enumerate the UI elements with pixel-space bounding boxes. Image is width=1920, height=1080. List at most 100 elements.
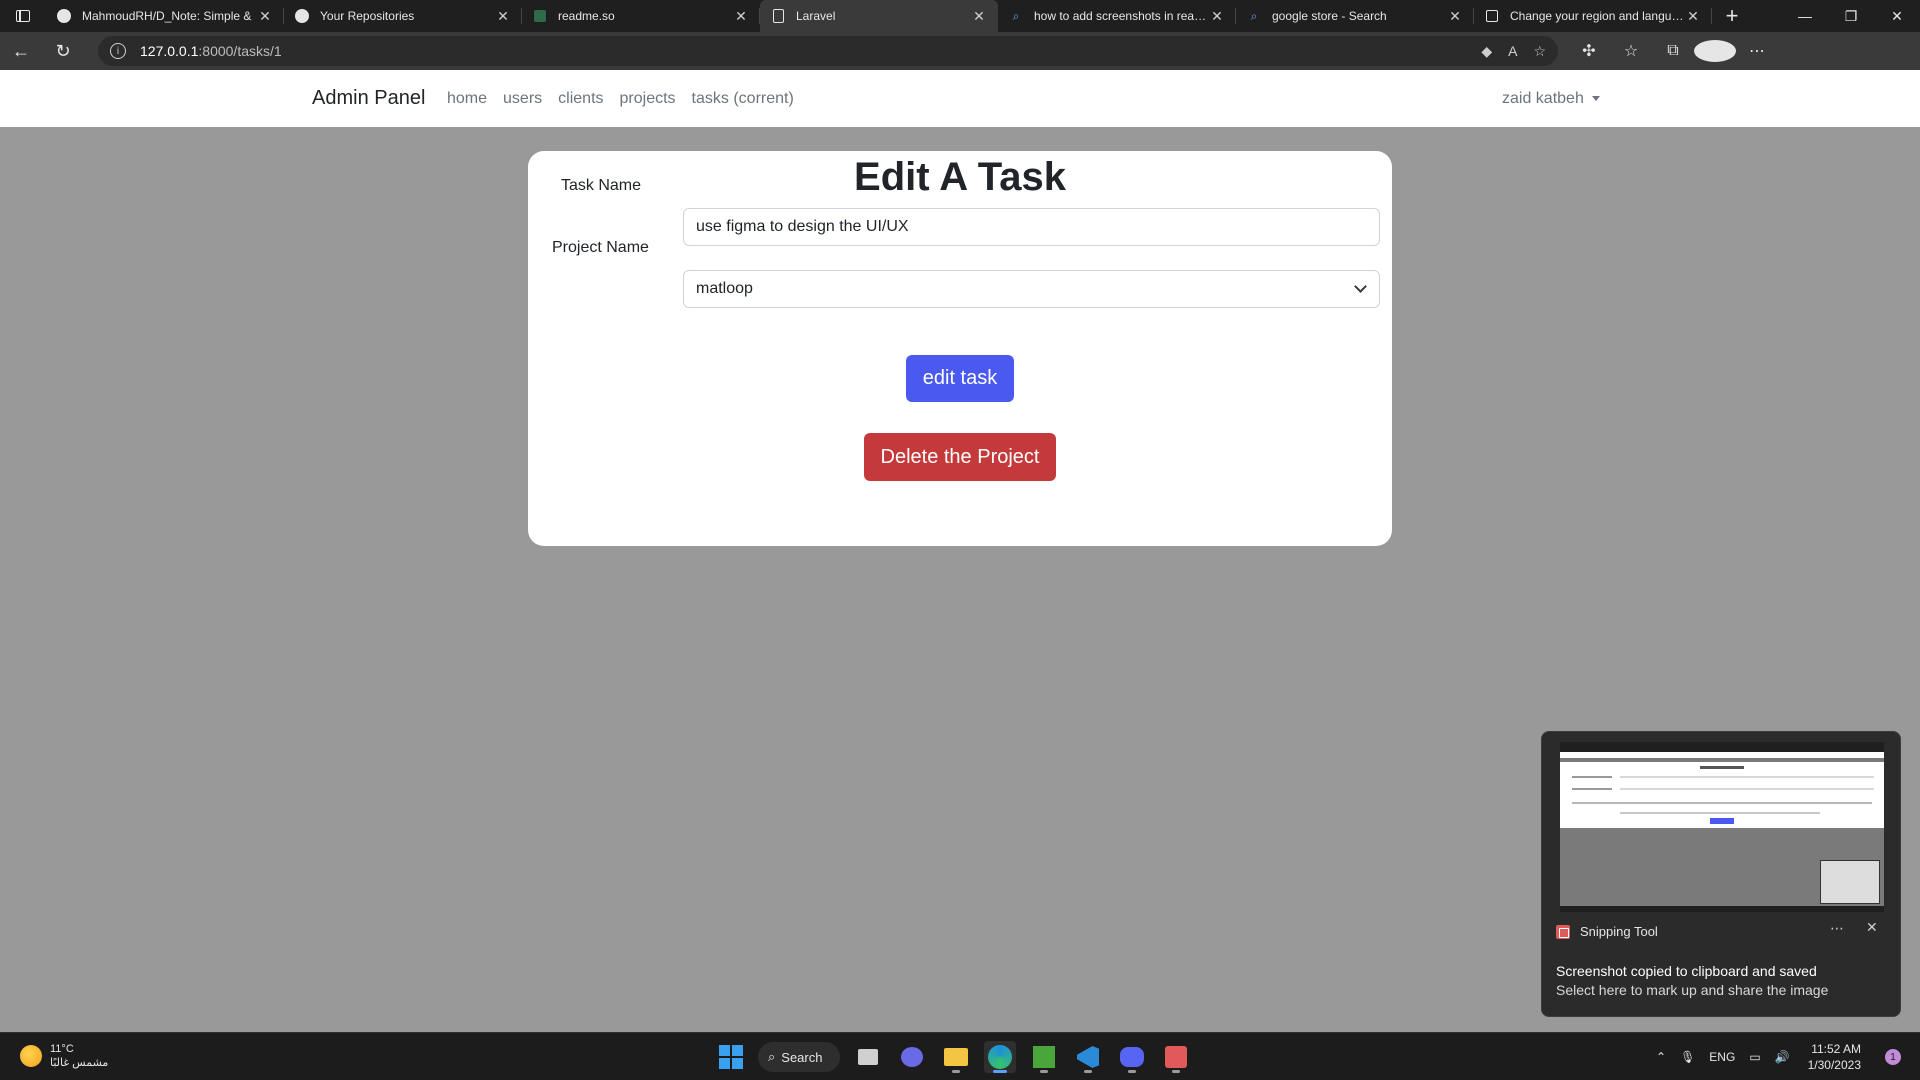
taskbar-search[interactable]: ⌕ Search: [758, 1042, 840, 1072]
page-icon: [770, 8, 786, 24]
weather-temp: 11°C: [50, 1043, 74, 1055]
close-tab-icon[interactable]: ✕: [494, 8, 512, 25]
user-dropdown[interactable]: zaid katbeh: [1502, 90, 1600, 108]
start-icon[interactable]: [716, 1042, 746, 1072]
screenshot-preview-thumbnail[interactable]: [1560, 742, 1884, 912]
tab-title: Change your region and languag: [1510, 9, 1684, 23]
green-app-icon[interactable]: [1028, 1041, 1060, 1073]
clock[interactable]: 11:52 AM 1/30/2023: [1808, 1041, 1861, 1073]
caret-down-icon: [1591, 96, 1600, 101]
browser-tab[interactable]: ⌕ google store - Search ✕: [1236, 0, 1474, 32]
edit-task-button[interactable]: edit task: [906, 355, 1014, 402]
snipping-tool-taskbar-icon[interactable]: [1160, 1041, 1192, 1073]
site-info-icon[interactable]: i: [110, 43, 126, 59]
browser-tab[interactable]: MahmoudRH/D_Note: Simple & ✕: [46, 0, 284, 32]
task-view-icon[interactable]: [852, 1041, 884, 1073]
browser-tab-active[interactable]: Laravel ✕: [760, 0, 998, 32]
github-icon: [294, 8, 310, 24]
discord-icon[interactable]: [1116, 1041, 1148, 1073]
nav-link-users[interactable]: users: [495, 90, 550, 108]
snipping-tool-notification[interactable]: Snipping Tool ⋯ ✕ Screenshot copied to c…: [1541, 731, 1901, 1017]
browser-tab[interactable]: readme.so ✕: [522, 0, 760, 32]
snipping-tool-icon: [1556, 924, 1570, 939]
tab-title: Your Repositories: [320, 9, 415, 23]
search-icon: ⌕: [768, 1049, 776, 1064]
project-name-select[interactable]: matloop: [683, 270, 1380, 308]
vscode-icon[interactable]: [1072, 1041, 1104, 1073]
search-icon: ⌕: [1250, 8, 1258, 23]
microphone-icon[interactable]: 🎙: [1680, 1050, 1695, 1064]
extensions-icon[interactable]: ✣: [1568, 40, 1610, 62]
sun-icon: [20, 1045, 42, 1067]
task-name-value: use figma to design the UI/UX: [696, 218, 909, 235]
site-navbar: Admin Panel home users clients projects …: [0, 70, 1920, 127]
refresh-icon[interactable]: ↻: [42, 32, 84, 70]
task-name-input[interactable]: use figma to design the UI/UX: [683, 208, 1380, 246]
browser-toolbar: ✣ ☆ ⧉ ⋯: [1568, 40, 1778, 62]
brand-link[interactable]: Admin Panel: [312, 87, 425, 110]
volume-icon[interactable]: 🔊: [1775, 1050, 1790, 1064]
edit-task-card: Edit A Task Task Name use figma to desig…: [528, 151, 1392, 546]
language-indicator[interactable]: ENG: [1709, 1050, 1735, 1064]
close-tab-icon[interactable]: ✕: [732, 8, 750, 25]
weather-widget[interactable]: 11°C مشمس غالبًا: [20, 1042, 108, 1070]
favorites-icon[interactable]: ☆: [1610, 40, 1652, 62]
more-icon[interactable]: ⋯: [1736, 40, 1778, 62]
nav-links: home users clients projects tasks (corre…: [447, 90, 802, 108]
more-options-icon[interactable]: ⋯: [1830, 920, 1844, 937]
url-path: :8000/tasks/1: [198, 43, 282, 59]
clock-time: 11:52 AM: [1811, 1042, 1861, 1056]
close-window-icon[interactable]: ✕: [1874, 0, 1920, 32]
chat-icon[interactable]: [896, 1041, 928, 1073]
clock-date: 1/30/2023: [1807, 1058, 1861, 1072]
close-icon[interactable]: ✕: [1866, 919, 1878, 936]
nav-link-clients[interactable]: clients: [550, 90, 611, 108]
user-name: zaid katbeh: [1502, 89, 1584, 107]
search-icon: ⌕: [1012, 8, 1020, 23]
toast-app-header: Snipping Tool: [1556, 924, 1658, 939]
github-icon: [56, 8, 72, 24]
window-controls: — ❐ ✕: [1782, 0, 1920, 32]
back-icon[interactable]: ←: [0, 32, 42, 70]
tab-title: readme.so: [558, 9, 615, 23]
nav-link-home[interactable]: home: [447, 90, 495, 108]
toast-subtext: Select here to mark up and share the ima…: [1556, 982, 1829, 998]
url-input[interactable]: i 127.0.0.1:8000/tasks/1 ◆ A ☆: [98, 36, 1558, 66]
file-explorer-icon[interactable]: [940, 1041, 972, 1073]
url-actions: ◆ A ☆: [1481, 43, 1546, 60]
chevron-up-icon[interactable]: ⌃: [1656, 1050, 1666, 1064]
close-tab-icon[interactable]: ✕: [1208, 8, 1226, 25]
read-aloud-icon[interactable]: A: [1508, 43, 1517, 60]
browser-tab-bar: MahmoudRH/D_Note: Simple & ✕ Your Reposi…: [0, 0, 1920, 32]
tab-title: Laravel: [796, 9, 836, 23]
close-tab-icon[interactable]: ✕: [970, 8, 988, 25]
page-title: Edit A Task: [854, 155, 1066, 199]
extension-tag-icon[interactable]: ◆: [1481, 43, 1492, 60]
notification-badge[interactable]: 1: [1885, 1049, 1901, 1065]
network-icon[interactable]: ▭: [1749, 1050, 1760, 1064]
close-tab-icon[interactable]: ✕: [1684, 8, 1702, 25]
collections-icon[interactable]: ⧉: [1652, 40, 1694, 62]
tab-actions-menu-icon[interactable]: [0, 0, 46, 32]
profile-icon[interactable]: [1694, 40, 1736, 62]
new-tab-icon[interactable]: +: [1712, 0, 1752, 32]
task-name-label: Task Name: [561, 177, 642, 194]
close-tab-icon[interactable]: ✕: [256, 8, 274, 25]
delete-project-button[interactable]: Delete the Project: [864, 433, 1056, 481]
url-host: 127.0.0.1: [140, 43, 199, 59]
browser-tab[interactable]: ⌕ how to add screenshots in readm ✕: [998, 0, 1236, 32]
system-tray: ⌃ 🎙 ENG ▭ 🔊 11:52 AM 1/30/2023 1: [1656, 1033, 1901, 1080]
browser-tab[interactable]: Change your region and languag ✕: [1474, 0, 1712, 32]
edge-icon[interactable]: [984, 1041, 1016, 1073]
nav-link-projects[interactable]: projects: [612, 90, 684, 108]
nav-link-tasks[interactable]: tasks (corrent): [684, 90, 802, 108]
minimize-icon[interactable]: —: [1782, 0, 1828, 32]
favorite-star-icon[interactable]: ☆: [1533, 43, 1546, 60]
tab-title: MahmoudRH/D_Note: Simple &: [82, 9, 252, 23]
restore-icon[interactable]: ❐: [1828, 0, 1874, 32]
close-tab-icon[interactable]: ✕: [1446, 8, 1464, 25]
browser-tab[interactable]: Your Repositories ✕: [284, 0, 522, 32]
taskbar-apps: ⌕ Search: [716, 1041, 1192, 1073]
tab-title: how to add screenshots in readm: [1034, 9, 1208, 23]
taskbar-search-label: Search: [781, 1049, 823, 1065]
